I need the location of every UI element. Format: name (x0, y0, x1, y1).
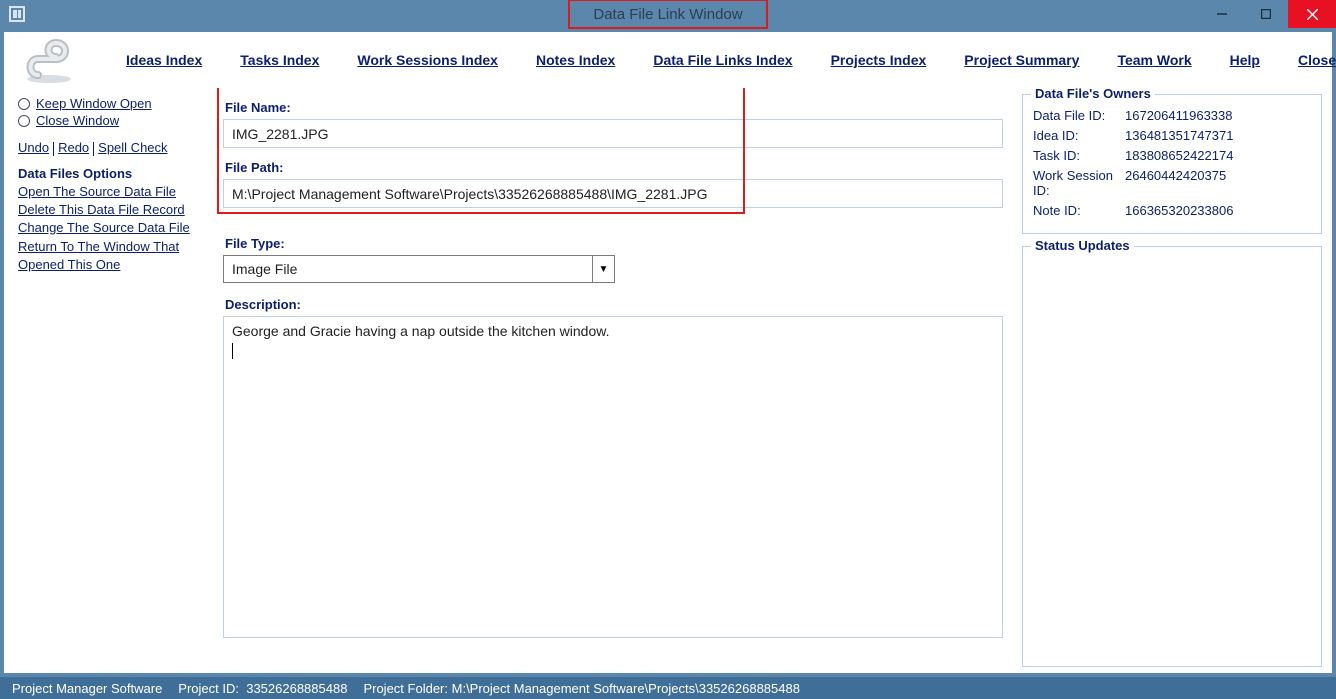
statusbar: Project Manager Software Project ID: 335… (0, 677, 1336, 699)
owner-row-task: Task ID:183808652422174 (1033, 148, 1311, 163)
link-delete-record[interactable]: Delete This Data File Record (18, 202, 213, 217)
right-column: Data File's Owners Data File ID:16720641… (1022, 94, 1322, 667)
client-area: Ideas Index Tasks Index Work Sessions In… (4, 32, 1332, 673)
file-path-label: File Path: (225, 160, 1012, 175)
status-app-name: Project Manager Software (12, 681, 162, 696)
radio-icon (18, 98, 30, 110)
sidebar-heading: Data Files Options (18, 166, 213, 181)
close-button[interactable] (1288, 0, 1336, 28)
status-legend: Status Updates (1031, 238, 1134, 253)
sidebar: Keep Window Open Close Window Undo Redo Sp… (18, 94, 213, 667)
form-area: File Name: File Path: File Type: Image F… (223, 94, 1012, 667)
file-name-label: File Name: (225, 100, 1012, 115)
description-label: Description: (225, 297, 1012, 312)
file-type-select[interactable]: Image File ▼ (223, 255, 615, 283)
titlebar: Data File Link Window (0, 0, 1336, 28)
menu-close-program[interactable]: Close Program (1298, 52, 1336, 68)
menu-notes-index[interactable]: Notes Index (536, 52, 615, 68)
owner-row-worksession: Work Session ID:26460442420375 (1033, 168, 1311, 198)
menu-help[interactable]: Help (1230, 52, 1260, 68)
link-open-source-file[interactable]: Open The Source Data File (18, 184, 213, 199)
menu-work-sessions-index[interactable]: Work Sessions Index (357, 52, 498, 68)
menubar: Ideas Index Tasks Index Work Sessions In… (4, 32, 1332, 88)
menu-data-file-links-index[interactable]: Data File Links Index (653, 52, 792, 68)
undo-redo-spell-row: Undo Redo Spell Check (18, 140, 213, 156)
owners-fieldset: Data File's Owners Data File ID:16720641… (1022, 94, 1322, 234)
file-path-input[interactable] (223, 179, 1003, 208)
description-textarea[interactable]: George and Gracie having a nap outside t… (223, 316, 1003, 638)
chevron-down-icon: ▼ (592, 256, 614, 282)
link-return-window[interactable]: Return To The Window That Opened This On… (18, 238, 213, 274)
radio-label: Keep Window Open (36, 96, 152, 111)
owner-row-datafile: Data File ID:167206411963338 (1033, 108, 1311, 123)
menu-tasks-index[interactable]: Tasks Index (240, 52, 319, 68)
link-change-source-file[interactable]: Change The Source Data File (18, 220, 213, 235)
file-type-label: File Type: (225, 236, 1012, 251)
menu-project-summary[interactable]: Project Summary (964, 52, 1079, 68)
maximize-button[interactable] (1244, 0, 1288, 28)
menu-ideas-index[interactable]: Ideas Index (126, 52, 202, 68)
radio-keep-window-open[interactable]: Keep Window Open (18, 96, 213, 111)
menu-team-work[interactable]: Team Work (1117, 52, 1191, 68)
radio-icon (18, 115, 30, 127)
app-icon (6, 3, 28, 25)
undo-link[interactable]: Undo (18, 140, 49, 155)
minimize-button[interactable] (1200, 0, 1244, 28)
file-name-input[interactable] (223, 119, 1003, 148)
description-text: George and Gracie having a nap outside t… (232, 323, 609, 339)
redo-link[interactable]: Redo (58, 140, 89, 155)
status-project-id: Project ID: 33526268885488 (178, 681, 347, 696)
owner-row-idea: Idea ID:136481351747371 (1033, 128, 1311, 143)
owner-row-note: Note ID:166365320233806 (1033, 203, 1311, 218)
spellcheck-link[interactable]: Spell Check (98, 140, 167, 155)
file-type-value: Image File (224, 261, 305, 277)
radio-label: Close Window (36, 113, 119, 128)
text-cursor (232, 343, 233, 359)
app-logo-icon (22, 33, 76, 87)
window-title: Data File Link Window (593, 6, 742, 23)
status-project-folder: Project Folder: M:\Project Management So… (363, 681, 800, 696)
owners-legend: Data File's Owners (1031, 88, 1155, 101)
status-updates-fieldset: Status Updates (1022, 246, 1322, 667)
radio-close-window[interactable]: Close Window (18, 113, 213, 128)
menu-projects-index[interactable]: Projects Index (831, 52, 927, 68)
